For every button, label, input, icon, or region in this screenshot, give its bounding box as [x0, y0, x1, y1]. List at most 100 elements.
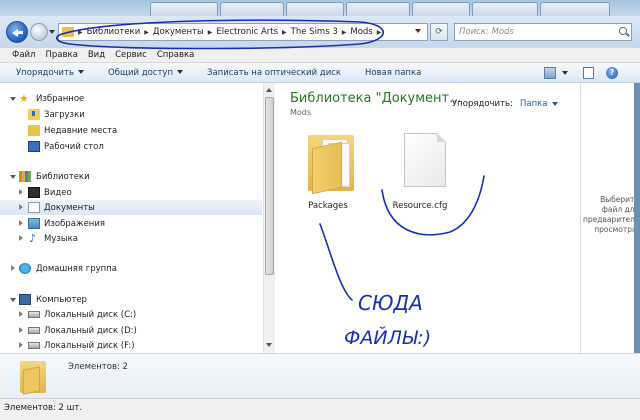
chevron-down-icon [177, 70, 184, 74]
tab[interactable] [472, 2, 538, 16]
tab[interactable] [412, 2, 470, 16]
sidebar-item-libraries[interactable]: Библиотеки [0, 169, 262, 184]
share-button[interactable]: Общий доступ [108, 67, 184, 78]
back-button[interactable] [6, 21, 28, 43]
sidebar-item-desktop[interactable]: Рабочий стол [0, 139, 262, 154]
tab[interactable] [150, 2, 218, 16]
expand-icon[interactable] [19, 189, 23, 195]
folder-icon [308, 129, 356, 195]
menu-view[interactable]: Вид [88, 50, 105, 60]
address-bar[interactable]: ▶ Библиотеки ▶ Документы ▶ Electronic Ar… [58, 23, 428, 41]
breadcrumb-mods[interactable]: Mods [347, 27, 375, 37]
chevron-right-icon[interactable]: ▶ [207, 29, 214, 36]
scroll-thumb[interactable] [265, 97, 274, 275]
sidebar-item-label: Загрузки [44, 109, 85, 120]
status-text: Элементов: 2 шт. [4, 403, 83, 413]
new-folder-button[interactable]: Новая папка [365, 68, 421, 78]
search-icon[interactable] [619, 27, 627, 35]
file-list-pane: Библиотека "Документ... Mods Упорядочить… [276, 83, 580, 353]
chevron-down-icon[interactable] [562, 71, 568, 75]
expand-icon[interactable] [19, 204, 23, 210]
address-dropdown-icon[interactable] [415, 29, 421, 33]
search-input[interactable]: Поиск: Mods [454, 23, 632, 41]
view-options-icon[interactable] [544, 67, 556, 79]
sidebar-item-computer[interactable]: Компьютер [0, 292, 262, 307]
breadcrumb-libraries[interactable]: Библиотеки [84, 27, 144, 37]
sidebar-item-label: Избранное [36, 93, 85, 104]
breadcrumb-the-sims-3[interactable]: The Sims 3 [288, 27, 341, 37]
file-item-packages[interactable]: Packages [288, 129, 368, 215]
breadcrumb-electronic-arts[interactable]: Electronic Arts [213, 27, 281, 37]
expand-icon[interactable] [10, 175, 16, 179]
forward-button[interactable] [30, 23, 48, 41]
chevron-right-icon[interactable]: ▶ [341, 29, 348, 36]
preview-pane: Выберите файл для предварительного просм… [580, 83, 640, 353]
explorer-window: ▶ Библиотеки ▶ Документы ▶ Electronic Ar… [0, 0, 640, 420]
help-icon[interactable]: ? [606, 67, 618, 79]
recent-pages-dropdown-icon[interactable] [49, 30, 55, 34]
sidebar-item-label: Локальный диск (D:) [44, 325, 137, 336]
sidebar-item-downloads[interactable]: Загрузки [0, 107, 262, 122]
documents-icon [28, 202, 40, 213]
chevron-right-icon[interactable]: ▶ [376, 29, 383, 36]
search-placeholder: Поиск: Mods [459, 27, 514, 37]
tab[interactable] [286, 2, 344, 16]
sidebar-item-images[interactable]: Изображения [0, 216, 262, 231]
scroll-down-icon[interactable] [266, 343, 272, 347]
video-icon [28, 187, 40, 198]
burn-button[interactable]: Записать на оптический диск [207, 68, 341, 78]
tab[interactable] [220, 2, 284, 16]
navigation-pane: ★ Избранное Загрузки Недавние места Рабо… [0, 83, 275, 353]
nav-scrollbar[interactable] [263, 83, 275, 353]
arrange-by-dropdown[interactable]: Папка [520, 99, 558, 109]
sidebar-item-label: Рабочий стол [44, 141, 104, 152]
chevron-right-icon[interactable]: ▶ [143, 29, 150, 36]
sidebar-item-label: Локальный диск (F:) [44, 340, 135, 351]
sidebar-item-favorites[interactable]: ★ Избранное [0, 91, 262, 106]
disk-icon [28, 342, 40, 349]
expand-icon[interactable] [19, 220, 23, 226]
sidebar-item-label: Изображения [44, 218, 106, 229]
expand-icon[interactable] [19, 235, 23, 241]
scroll-up-icon[interactable] [266, 88, 272, 92]
music-icon: ♪ [29, 232, 37, 245]
desktop-icon [28, 141, 40, 152]
expand-icon[interactable] [10, 298, 16, 302]
chevron-right-icon[interactable]: ▶ [281, 29, 288, 36]
library-subtitle: Mods [290, 108, 312, 117]
expand-icon[interactable] [10, 97, 16, 101]
recent-places-icon [28, 125, 40, 136]
library-icon [19, 171, 31, 182]
menu-edit[interactable]: Правка [45, 50, 77, 60]
desktop-edge [634, 83, 640, 353]
expand-icon[interactable] [19, 327, 23, 333]
preview-pane-icon[interactable] [583, 67, 594, 79]
breadcrumb-documents[interactable]: Документы [150, 27, 207, 37]
sidebar-item-label: Локальный диск (C:) [44, 309, 137, 320]
file-item-resource-cfg[interactable]: Resource.cfg [380, 129, 460, 215]
menu-tools[interactable]: Сервис [115, 50, 147, 60]
tab[interactable] [346, 2, 410, 16]
chevron-down-icon [551, 101, 558, 106]
sidebar-item-disk-d[interactable]: Локальный диск (D:) [0, 323, 262, 338]
share-label: Общий доступ [108, 67, 174, 78]
expand-icon[interactable] [19, 311, 23, 317]
sidebar-item-label: Библиотеки [36, 171, 90, 182]
sidebar-item-documents[interactable]: Документы [0, 200, 262, 215]
navigation-bar: ▶ Библиотеки ▶ Документы ▶ Electronic Ar… [0, 16, 640, 48]
organize-button[interactable]: Упорядочить [16, 67, 85, 78]
expand-icon[interactable] [11, 265, 15, 271]
tab[interactable] [540, 2, 610, 16]
sidebar-item-recent[interactable]: Недавние места [0, 123, 262, 138]
organize-label: Упорядочить [16, 67, 75, 78]
sidebar-item-disk-f[interactable]: Локальный диск (F:) [0, 338, 262, 353]
menu-help[interactable]: Справка [157, 50, 194, 60]
refresh-button[interactable]: ⟳ [430, 23, 448, 41]
sidebar-item-video[interactable]: Видео [0, 185, 262, 200]
sidebar-item-homegroup[interactable]: Домашняя группа [0, 261, 262, 276]
chevron-right-icon[interactable]: ▶ [77, 29, 84, 36]
expand-icon[interactable] [19, 342, 23, 348]
menu-file[interactable]: Файл [12, 50, 35, 60]
sidebar-item-music[interactable]: ♪ Музыка [0, 231, 262, 246]
sidebar-item-disk-c[interactable]: Локальный диск (C:) [0, 307, 262, 322]
